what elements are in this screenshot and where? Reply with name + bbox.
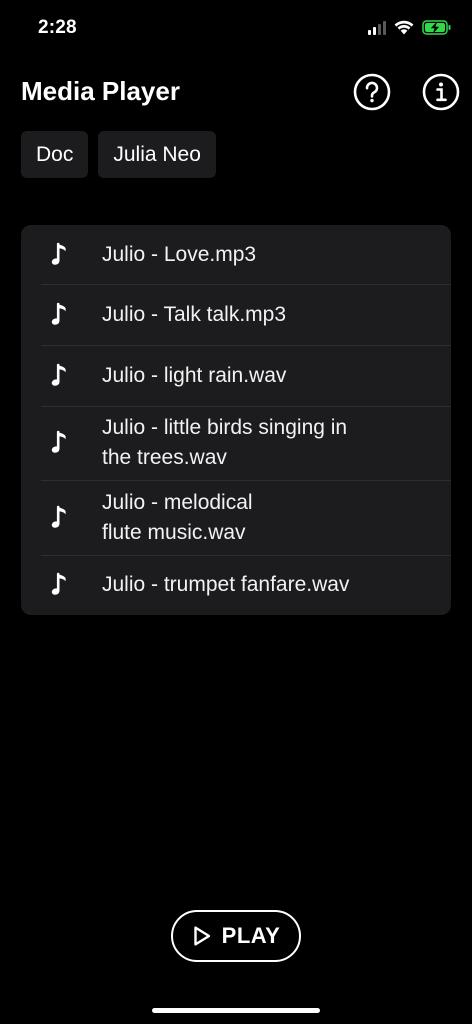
question-circle-icon xyxy=(353,73,391,111)
play-button[interactable]: PLAY xyxy=(171,910,301,962)
chip-julia-neo[interactable]: Julia Neo xyxy=(98,131,216,178)
media-file-list: Julio - Love.mp3 Julio - Talk talk.mp3 J… xyxy=(21,225,451,615)
file-name: Julio - little birds singing in the tree… xyxy=(102,413,347,473)
file-name-line2: the trees.wav xyxy=(102,446,227,469)
music-note-icon xyxy=(51,242,66,265)
file-name: Julio - melodical flute music.wav xyxy=(102,488,253,548)
status-bar: 2:28 xyxy=(0,0,472,58)
home-indicator[interactable] xyxy=(152,1008,320,1013)
music-note-icon xyxy=(51,363,66,386)
page-title: Media Player xyxy=(21,76,180,106)
status-time: 2:28 xyxy=(38,17,77,38)
file-name: Julio - Talk talk.mp3 xyxy=(102,300,286,330)
list-item[interactable]: Julio - trumpet fanfare.wav xyxy=(21,555,451,615)
list-item[interactable]: Julio - Talk talk.mp3 xyxy=(21,284,451,345)
wifi-icon xyxy=(394,20,414,35)
cellular-signal-icon xyxy=(368,20,386,35)
file-name-line1: Julio - little birds singing in xyxy=(102,416,348,439)
list-item[interactable]: Julio - little birds singing in the tree… xyxy=(21,406,451,480)
chip-doc[interactable]: Doc xyxy=(21,131,89,178)
info-circle-icon xyxy=(422,73,460,111)
list-item[interactable]: Julio - Love.mp3 xyxy=(21,225,451,284)
info-button[interactable] xyxy=(422,73,460,111)
file-name-line1: Julio - Talk talk.mp3 xyxy=(102,302,287,326)
file-name-line1: Julio - Love.mp3 xyxy=(102,242,257,266)
file-name-line1: Julio - light rain.wav xyxy=(102,363,287,387)
play-label: PLAY xyxy=(221,923,281,948)
help-button[interactable] xyxy=(353,73,391,111)
media-player-screen: 2:28 Media Player Doc Julia Neo Julio - … xyxy=(0,0,472,1024)
music-note-icon xyxy=(51,505,66,528)
file-name: Julio - light rain.wav xyxy=(102,361,286,391)
file-name: Julio - Love.mp3 xyxy=(102,240,256,270)
music-note-icon xyxy=(51,430,66,453)
battery-charging-icon xyxy=(422,20,452,35)
file-name-line1: Julio - melodical xyxy=(102,490,253,514)
music-note-icon xyxy=(51,302,66,325)
chip-row: Doc Julia Neo xyxy=(21,131,216,178)
file-name-line1: Julio - trumpet fanfare.wav xyxy=(102,573,350,596)
list-item[interactable]: Julio - melodical flute music.wav xyxy=(21,480,451,555)
music-note-icon xyxy=(51,572,66,595)
status-icons xyxy=(368,20,452,35)
file-name-line2: flute music.wav xyxy=(102,520,246,544)
list-item[interactable]: Julio - light rain.wav xyxy=(21,345,451,406)
file-name: Julio - trumpet fanfare.wav xyxy=(102,570,349,600)
play-triangle-icon xyxy=(193,926,210,946)
